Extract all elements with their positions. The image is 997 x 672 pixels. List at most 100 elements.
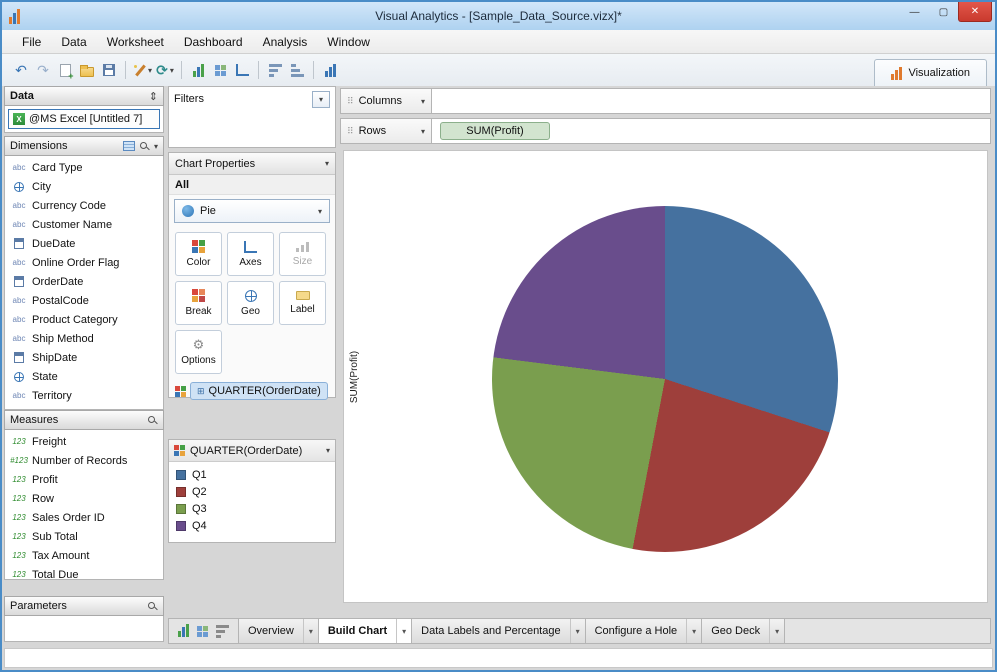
undo-button[interactable]: ↶ xyxy=(10,58,32,82)
menu-analysis[interactable]: Analysis xyxy=(253,32,318,52)
table-view-icon[interactable] xyxy=(122,141,135,151)
app-logo-icon xyxy=(9,8,20,24)
y-axis-label: SUM(Profit) xyxy=(349,350,360,403)
visualization-tab[interactable]: Visualization xyxy=(874,59,987,86)
measure-item[interactable]: 123 Sub Total xyxy=(5,527,163,546)
data-panel-header: Data ⇕ xyxy=(4,86,164,106)
insert-axes-chart-button[interactable] xyxy=(231,58,253,82)
dimension-item[interactable]: abc Card Type xyxy=(5,158,163,177)
legend-item[interactable]: Q4 xyxy=(176,517,328,534)
data-source-item[interactable]: @MS Excel [Untitled 7] xyxy=(8,109,160,129)
field-label: Freight xyxy=(32,435,67,448)
rows-shelf-button[interactable]: ⠿ Rows ▾ xyxy=(340,118,432,144)
field-label: Profit xyxy=(32,473,58,486)
maximize-button[interactable]: ▢ xyxy=(929,2,958,22)
minimize-button[interactable]: — xyxy=(900,2,929,22)
axes-button[interactable]: Axes xyxy=(227,232,274,276)
sort-descending-button[interactable] xyxy=(286,58,308,82)
tab-overview[interactable]: Overview ▾ xyxy=(238,619,319,643)
legend-swatch xyxy=(176,520,186,531)
record-count-icon: #123 xyxy=(10,456,28,465)
measure-item[interactable]: #123 Number of Records xyxy=(5,451,163,470)
dimension-item[interactable]: DueDate xyxy=(5,234,163,253)
dimension-item[interactable]: abc Currency Code xyxy=(5,196,163,215)
measure-item[interactable]: 123 Profit xyxy=(5,470,163,489)
chart-properties-header[interactable]: Chart Properties ▾ xyxy=(169,153,335,175)
redo-button[interactable]: ↷ xyxy=(32,58,54,82)
chart-type-select[interactable]: Pie ▾ xyxy=(174,199,330,223)
sort-ascending-button[interactable] xyxy=(264,58,286,82)
tab-data-labels-and-percentage[interactable]: Data Labels and Percentage ▾ xyxy=(412,619,586,643)
new-dashboard-icon[interactable] xyxy=(197,625,208,637)
dimensions-title: Dimensions xyxy=(10,140,68,152)
label-button[interactable]: Label xyxy=(279,281,326,325)
menu-file[interactable]: File xyxy=(12,32,51,52)
dimension-item[interactable]: abc Ship Method xyxy=(5,329,163,348)
search-icon[interactable] xyxy=(147,601,158,612)
menu-window[interactable]: Window xyxy=(317,32,380,52)
sort-fields-icon[interactable]: ⇕ xyxy=(149,90,158,103)
string-field-icon: abc xyxy=(12,334,26,343)
measure-item[interactable]: 123 Sales Order ID xyxy=(5,508,163,527)
options-button[interactable]: ⚙ Options xyxy=(175,330,222,374)
string-field-icon: abc xyxy=(12,201,26,210)
close-button[interactable]: ✕ xyxy=(958,2,992,22)
dimension-item[interactable]: ShipDate xyxy=(5,348,163,367)
search-icon[interactable] xyxy=(139,141,150,152)
format-button[interactable]: ▾ xyxy=(131,58,154,82)
legend-item[interactable]: Q2 xyxy=(176,483,328,500)
worksheet-list-icon[interactable] xyxy=(216,624,229,638)
small-chart-icon xyxy=(324,63,336,77)
dimension-item[interactable]: abc Online Order Flag xyxy=(5,253,163,272)
tab-geo-deck[interactable]: Geo Deck ▾ xyxy=(702,619,786,643)
chart-options-button[interactable] xyxy=(319,58,341,82)
caret-down-icon[interactable]: ▾ xyxy=(569,619,585,643)
dimension-item[interactable]: OrderDate xyxy=(5,272,163,291)
refresh-button[interactable]: ⟳ ▾ xyxy=(154,58,176,82)
size-button[interactable]: Size xyxy=(279,232,326,276)
insert-bar-chart-button[interactable] xyxy=(187,58,209,82)
open-button[interactable] xyxy=(76,58,98,82)
measure-item[interactable]: 123 Total Due xyxy=(5,565,163,580)
legend-item[interactable]: Q3 xyxy=(176,500,328,517)
menu-data[interactable]: Data xyxy=(51,32,96,52)
filters-dropdown-button[interactable]: ▾ xyxy=(312,90,330,108)
save-button[interactable] xyxy=(98,58,120,82)
pie-chart[interactable] xyxy=(492,206,838,552)
columns-shelf-dropzone[interactable] xyxy=(432,88,991,114)
geo-button[interactable]: Geo xyxy=(227,281,274,325)
measure-item[interactable]: 123 Tax Amount xyxy=(5,546,163,565)
geo-field-icon xyxy=(14,371,24,382)
dimension-item[interactable]: abc PostalCode xyxy=(5,291,163,310)
caret-down-icon[interactable]: ▾ xyxy=(302,619,318,643)
toolbar: ↶ ↷ ▾ ⟳▾ Visualization xyxy=(2,54,995,86)
new-worksheet-button[interactable] xyxy=(54,58,76,82)
caret-down-icon[interactable]: ▾ xyxy=(396,619,411,643)
tab-configure-a-hole[interactable]: Configure a Hole ▾ xyxy=(585,619,703,643)
dimension-item[interactable]: abc Product Category xyxy=(5,310,163,329)
legend-item[interactable]: Q1 xyxy=(176,466,328,483)
caret-down-icon[interactable]: ▾ xyxy=(154,142,158,151)
measure-item[interactable]: 123 Freight xyxy=(5,432,163,451)
legend-header[interactable]: QUARTER(OrderDate) ▾ xyxy=(169,440,335,462)
columns-shelf-button[interactable]: ⠿ Columns ▾ xyxy=(340,88,432,114)
rows-shelf-dropzone[interactable]: SUM(Profit) xyxy=(432,118,991,144)
caret-down-icon[interactable]: ▾ xyxy=(686,619,701,643)
dimension-item[interactable]: City xyxy=(5,177,163,196)
dimension-item[interactable]: abc Customer Name xyxy=(5,215,163,234)
dimension-item[interactable]: State xyxy=(5,367,163,386)
menu-dashboard[interactable]: Dashboard xyxy=(174,32,253,52)
break-button[interactable]: Break xyxy=(175,281,222,325)
tab-build-chart[interactable]: Build Chart ▾ xyxy=(318,619,413,643)
measure-item[interactable]: 123 Row xyxy=(5,489,163,508)
caret-down-icon[interactable]: ▾ xyxy=(769,619,784,643)
rows-measure-pill[interactable]: SUM(Profit) xyxy=(440,122,550,140)
color-pill-label: QUARTER(OrderDate) xyxy=(208,385,321,397)
search-icon[interactable] xyxy=(147,415,158,426)
new-worksheet-icon[interactable] xyxy=(178,624,189,637)
insert-grid-chart-button[interactable] xyxy=(209,58,231,82)
color-field-pill[interactable]: ⊞ QUARTER(OrderDate) xyxy=(190,382,328,400)
menu-worksheet[interactable]: Worksheet xyxy=(97,32,174,52)
dimension-item[interactable]: abc Territory xyxy=(5,386,163,405)
color-button[interactable]: Color xyxy=(175,232,222,276)
